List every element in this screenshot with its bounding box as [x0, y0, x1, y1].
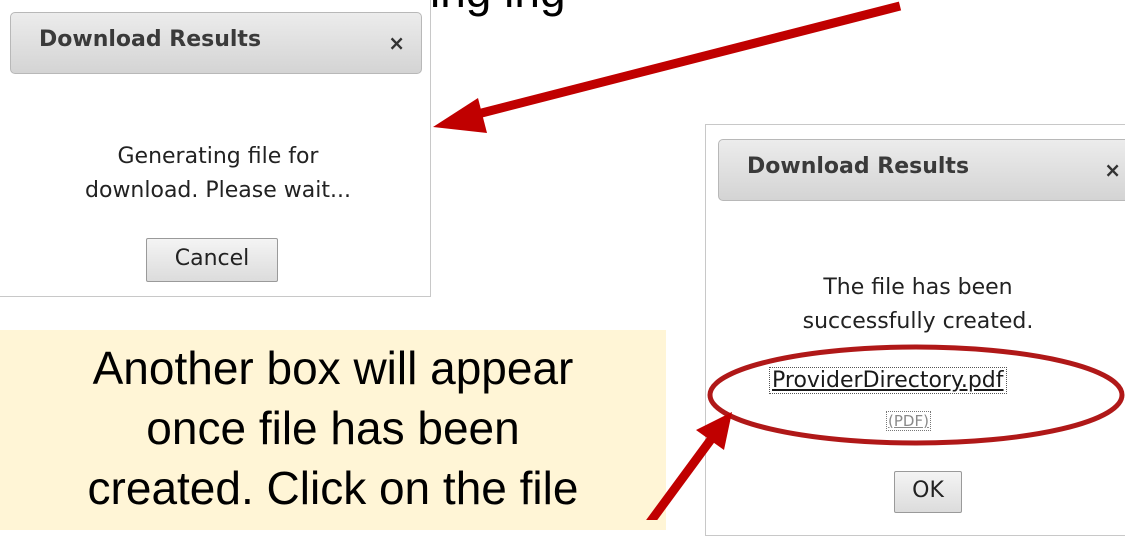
file-highlight-ellipse [707, 344, 1125, 446]
arrow-to-generating-dialog [433, 1, 902, 133]
annotation-overlay [433, 1, 1125, 520]
arrow-to-file-link [646, 412, 732, 520]
